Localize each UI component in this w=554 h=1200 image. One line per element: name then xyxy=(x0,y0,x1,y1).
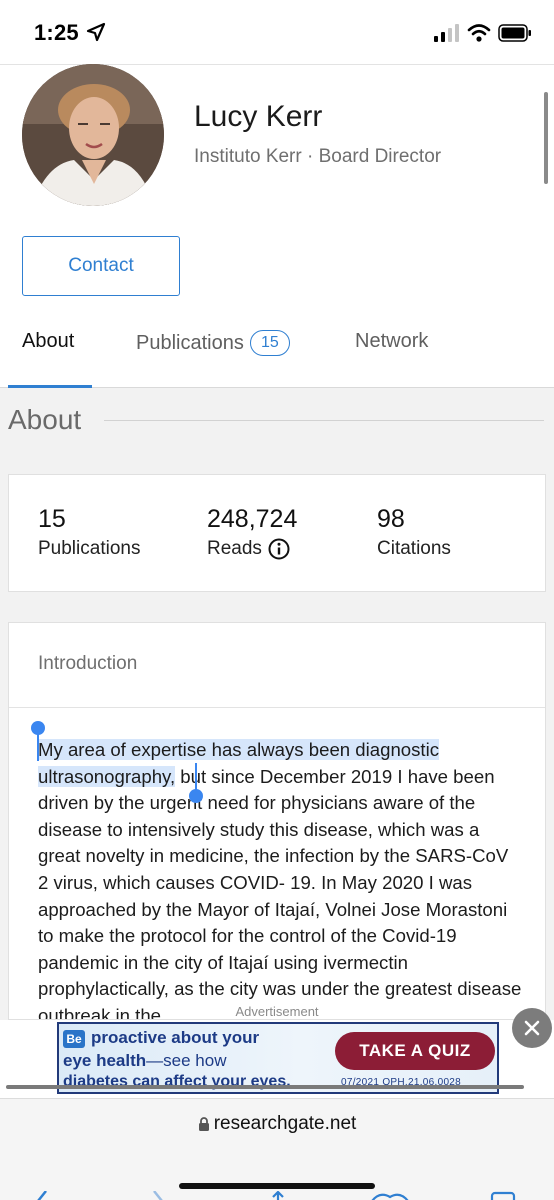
stats-card: 15 Publications 248,724 Reads 98 Citatio… xyxy=(8,474,546,592)
selection-start-stem xyxy=(37,731,39,761)
ad-headline: proactive about your xyxy=(91,1028,260,1047)
take-quiz-button[interactable]: TAKE A QUIZ xyxy=(335,1032,495,1070)
profile-tabs: About Publications 15 Network xyxy=(0,310,554,388)
introduction-text[interactable]: My area of expertise has always been dia… xyxy=(38,737,522,1020)
cellular-signal-icon xyxy=(434,24,459,42)
stat-value: 15 xyxy=(38,505,66,533)
advertisement-label: Advertisement xyxy=(235,1004,319,1019)
close-ad-button[interactable] xyxy=(512,1008,552,1048)
selection-end-handle[interactable] xyxy=(189,789,203,803)
tab-about[interactable]: About xyxy=(22,330,74,353)
tab-network[interactable]: Network xyxy=(355,330,428,353)
avatar[interactable] xyxy=(22,64,164,206)
selection-end-stem xyxy=(195,763,197,791)
stat-citations[interactable]: 98 Citations xyxy=(377,505,451,560)
stat-label: Reads xyxy=(207,538,262,559)
ad-banner[interactable]: Be proactive about your eye health—see h… xyxy=(57,1022,499,1094)
ad-subline-rest: —see how xyxy=(146,1051,227,1070)
vertical-scrollbar[interactable] xyxy=(544,92,548,184)
url-text: researchgate.net xyxy=(213,1113,357,1134)
tabs-icon[interactable] xyxy=(488,1191,518,1200)
publications-count-badge: 15 xyxy=(249,330,290,356)
status-time: 1:25 xyxy=(34,20,79,45)
tab-publications[interactable]: Publications 15 xyxy=(136,330,290,356)
introduction-card: Introduction My area of expertise has al… xyxy=(8,622,546,1020)
introduction-heading: Introduction xyxy=(38,653,138,674)
close-icon xyxy=(524,1020,540,1036)
profile-name: Lucy Kerr xyxy=(194,100,323,133)
ad-subline: eye health—see how xyxy=(63,1051,226,1071)
contact-button[interactable]: Contact xyxy=(22,236,180,296)
introduction-divider xyxy=(9,707,545,708)
ad-logo: Be xyxy=(63,1030,85,1048)
avatar-photo xyxy=(22,64,164,206)
wifi-icon xyxy=(467,24,491,42)
stat-reads[interactable]: 248,724 Reads xyxy=(207,505,297,560)
browser-bar: researchgate.net xyxy=(0,1098,554,1200)
stat-label-row: Reads xyxy=(207,538,297,560)
tab-publications-label: Publications xyxy=(136,331,244,354)
stat-label: Citations xyxy=(377,538,451,559)
tab-network-label: Network xyxy=(355,330,429,352)
tab-about-label: About xyxy=(22,330,75,352)
back-icon[interactable] xyxy=(30,1191,54,1200)
bookmarks-icon[interactable] xyxy=(370,1191,410,1200)
share-icon[interactable] xyxy=(266,1191,290,1200)
profile-affiliation[interactable]: Instituto Kerr · Board Director xyxy=(194,146,441,168)
location-arrow-icon xyxy=(86,22,106,42)
battery-icon xyxy=(498,24,531,42)
lock-icon xyxy=(198,1117,209,1131)
forward-icon[interactable] xyxy=(146,1191,170,1200)
stat-value: 98 xyxy=(377,505,405,533)
stat-value: 248,724 xyxy=(207,505,298,533)
stat-label: Publications xyxy=(38,538,141,559)
info-icon[interactable] xyxy=(268,538,290,560)
horizontal-scrollbar[interactable] xyxy=(6,1085,524,1089)
section-title: About xyxy=(8,404,82,435)
section-divider xyxy=(104,420,544,421)
ad-subline-bold: eye health xyxy=(63,1051,147,1070)
stat-publications[interactable]: 15 Publications xyxy=(38,505,140,560)
status-bar: 1:25 xyxy=(0,0,554,64)
introduction-body: but since December 2019 I have been driv… xyxy=(38,765,522,1020)
address-bar[interactable]: researchgate.net xyxy=(0,1113,554,1135)
home-indicator[interactable] xyxy=(179,1183,375,1189)
